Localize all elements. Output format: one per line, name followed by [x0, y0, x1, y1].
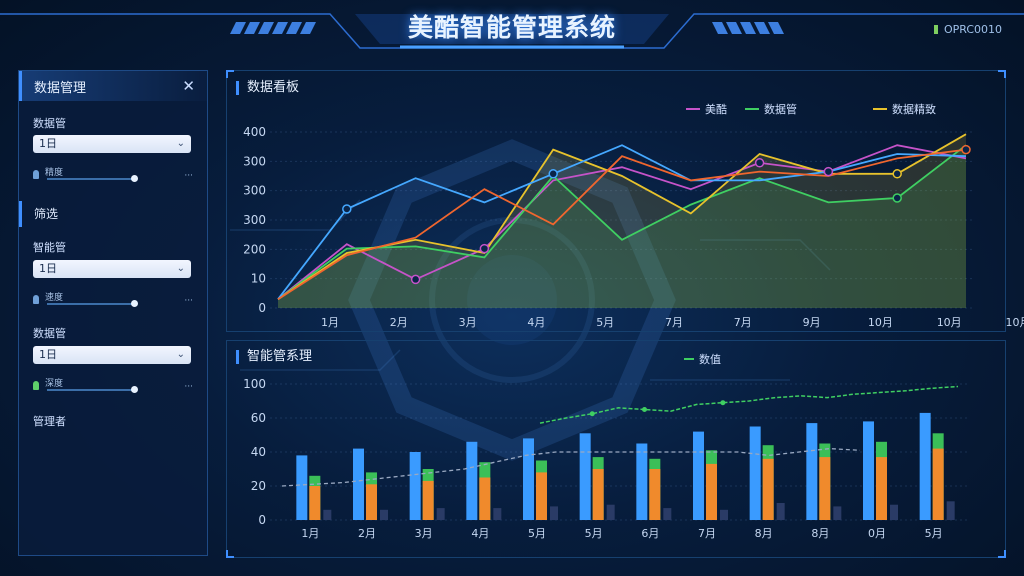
legend-item: 数据精致: [873, 101, 936, 117]
more-icon[interactable]: ···: [184, 296, 193, 306]
field-label: 智能管: [33, 241, 66, 254]
slider[interactable]: 精度 ···: [33, 168, 193, 183]
dropdown-select[interactable]: 1日 ⌄: [33, 135, 191, 153]
dropdown-select[interactable]: 1日 ⌄: [33, 260, 191, 278]
status-icon: [933, 25, 938, 34]
slider-icon: [33, 295, 39, 304]
panel-corner: [998, 70, 1006, 78]
line-chart-legend: 美酷 数据管 数据精致: [686, 101, 936, 117]
slider-icon: [33, 170, 39, 179]
chevron-down-icon: ⌄: [176, 138, 185, 149]
chevron-down-icon: ⌄: [176, 349, 185, 360]
legend-item: 数据管: [745, 101, 797, 117]
legend-item: 美酷: [686, 101, 727, 117]
panel-corner: [998, 550, 1006, 558]
sidebar-title: 数据管理: [34, 80, 87, 96]
chevron-down-icon: ⌄: [176, 263, 185, 274]
close-icon[interactable]: ✕: [182, 77, 195, 95]
header: 美酷智能管理系统 OPRC0010: [0, 0, 1024, 56]
corner-label-text: OPRC0010: [943, 23, 1002, 36]
slider-track: [47, 303, 135, 305]
filter-section: 筛选: [19, 201, 207, 227]
legend-swatch: [873, 108, 887, 110]
corner-label: OPRC0010: [933, 23, 1002, 36]
dropdown-value: 1日: [39, 348, 57, 361]
panel-corner: [226, 70, 234, 78]
panel-corner: [226, 550, 234, 558]
app-title: 美酷智能管理系统: [407, 13, 616, 42]
x-tick-label: 10月: [1006, 316, 1024, 329]
slider-label: 深度: [45, 379, 64, 389]
dropdown-select[interactable]: 1日 ⌄: [33, 346, 191, 364]
bar-chart-legend: 数值: [684, 351, 721, 367]
slider-knob[interactable]: [131, 175, 138, 182]
legend-label: 美酷: [705, 103, 727, 116]
bar-chart-panel: [226, 340, 1006, 558]
slider[interactable]: 深度 ···: [33, 379, 193, 394]
slider[interactable]: 速度 ···: [33, 293, 193, 308]
dropdown-value: 1日: [39, 137, 57, 150]
legend-swatch: [745, 108, 759, 110]
slider-label: 速度: [45, 293, 64, 303]
more-icon[interactable]: ···: [184, 382, 193, 392]
sidebar-header: 数据管理 ✕: [19, 71, 207, 101]
legend-item: 数值: [684, 351, 721, 367]
legend-label: 数据精致: [892, 103, 936, 116]
slider-track: [47, 178, 135, 180]
field-label: 数据管: [33, 117, 66, 130]
legend-swatch: [684, 358, 694, 360]
more-icon[interactable]: ···: [184, 171, 193, 181]
line-chart-title: 数据看板: [236, 81, 299, 95]
bar-chart-title: 智能管系理: [236, 350, 312, 364]
legend-label: 数值: [699, 353, 721, 366]
slider-knob[interactable]: [131, 300, 138, 307]
legend-label: 数据管: [764, 103, 797, 116]
slider-icon: [33, 381, 39, 390]
slider-knob[interactable]: [131, 386, 138, 393]
sidebar: 数据管理 ✕ 数据管 1日 ⌄ 精度 ··· 筛选 智能管 1日 ⌄ 速度 ··…: [18, 70, 208, 556]
dropdown-value: 1日: [39, 262, 57, 275]
legend-swatch: [686, 108, 700, 110]
slider-track: [47, 389, 135, 391]
field-label: 数据管: [33, 327, 66, 340]
footer-label: 管理者: [33, 415, 66, 428]
slider-label: 精度: [45, 168, 64, 178]
